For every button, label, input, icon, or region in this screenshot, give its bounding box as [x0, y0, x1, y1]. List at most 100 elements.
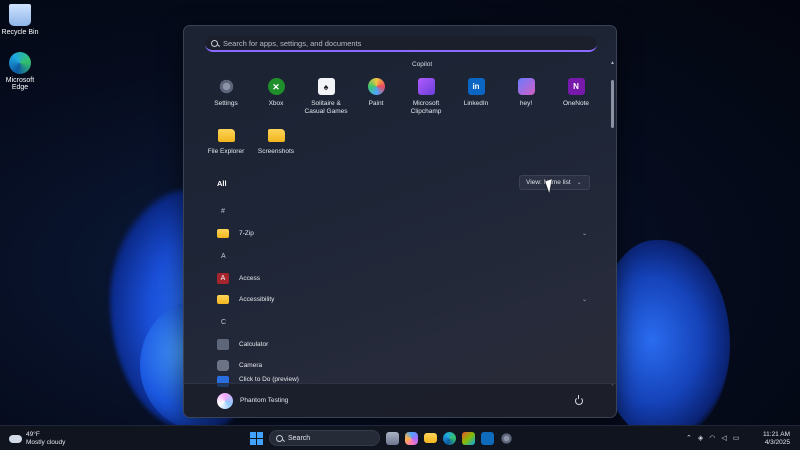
list-item-accessibility[interactable]: Accessibility ⌄ [217, 289, 587, 310]
letter-header[interactable]: A [217, 244, 587, 268]
chevron-down-icon[interactable]: ⌄ [582, 230, 587, 237]
start-search-input[interactable] [223, 38, 583, 48]
chevron-down-icon: ⌄ [576, 180, 582, 186]
network-icon[interactable]: ◈ [698, 434, 703, 442]
pinned-app-label: Microsoft Clipchamp [410, 100, 442, 115]
letter-header[interactable]: C [217, 310, 587, 334]
letter-header[interactable]: # [217, 199, 587, 223]
settings-icon [217, 78, 235, 95]
volume-icon[interactable]: ◁ [721, 434, 726, 442]
pinned-app-label: Settings [214, 100, 238, 107]
pinned-app-settings[interactable]: Settings [201, 76, 251, 124]
paint-icon [367, 78, 385, 95]
desktop-icon-recycle-bin[interactable]: Recycle Bin [0, 4, 40, 36]
system-tray: ⌃ ◈ ◠ ◁ ▭ [686, 434, 739, 442]
copilot-icon[interactable] [405, 431, 418, 445]
list-item-access[interactable]: A Access [217, 268, 587, 289]
outlook-icon[interactable] [481, 431, 494, 445]
xbox-icon: ✕ [267, 78, 285, 95]
list-item-label: Access [239, 275, 260, 282]
folder-icon [217, 295, 229, 304]
pinned-app-copilot-label[interactable]: Copilot [412, 61, 432, 68]
pinned-app-linkedin[interactable]: in LinkedIn [451, 76, 501, 124]
search-icon [276, 434, 283, 442]
pinned-apps-grid: Settings ✕ Xbox ♠ Solitaire & Casual Gam… [201, 76, 601, 172]
list-item-label: Calculator [239, 341, 269, 348]
pinned-app-label: LinkedIn [463, 100, 489, 107]
power-icon[interactable] [575, 394, 583, 405]
task-view-icon[interactable] [386, 431, 399, 445]
search-icon [211, 39, 218, 47]
recycle-bin-icon [9, 4, 31, 26]
access-icon: A [217, 273, 229, 284]
list-item-calculator[interactable]: Calculator [217, 334, 587, 355]
start-menu: Copilot Settings ✕ Xbox ♠ Solitaire & Ca… [183, 25, 617, 418]
taskbar-search-label: Search [288, 434, 311, 442]
file-explorer-icon[interactable] [424, 433, 437, 443]
onenote-icon: N [567, 78, 585, 95]
scroll-up-icon[interactable]: ▲ [610, 60, 615, 66]
folder-icon [267, 129, 285, 142]
pinned-app-solitaire[interactable]: ♠ Solitaire & Casual Games [301, 76, 351, 124]
wallpaper-bloom-right [600, 240, 730, 425]
list-item-label: Accessibility [239, 296, 275, 303]
battery-icon[interactable]: ▭ [733, 434, 740, 442]
list-item-label: Click to Do (preview) [239, 376, 299, 383]
weather-condition: Mostly cloudy [26, 439, 66, 446]
app-list-scrollbar[interactable]: ▲ ▼ [610, 60, 615, 388]
taskbar-search[interactable]: Search [269, 430, 380, 446]
start-search-box[interactable] [205, 36, 597, 52]
pinned-app-label: Solitaire & Casual Games [304, 100, 348, 115]
solitaire-icon: ♠ [317, 78, 335, 95]
pinned-app-label: Screenshots [257, 148, 295, 155]
calculator-icon [217, 339, 229, 350]
weather-temp: 49°F [26, 431, 40, 438]
user-name[interactable]: Phantom Testing [240, 397, 288, 404]
hey-icon [517, 78, 535, 95]
desktop-icon-label: Microsoft Edge [5, 77, 35, 91]
settings-icon[interactable] [500, 431, 513, 445]
pinned-app-screenshots[interactable]: Screenshots [251, 124, 301, 172]
clipchamp-icon [417, 78, 435, 95]
pinned-app-clipchamp[interactable]: Microsoft Clipchamp [401, 76, 451, 124]
edge-icon[interactable] [443, 431, 456, 445]
folder-icon [217, 129, 235, 142]
windows-start-icon[interactable] [250, 431, 263, 445]
pinned-app-hey[interactable]: hey! [501, 76, 551, 124]
pinned-app-label: hey! [519, 100, 533, 107]
clock[interactable]: 11:21 AM 4/3/2025 [760, 431, 790, 447]
letter-header-label: C [221, 318, 227, 326]
all-apps-list: # 7-Zip ⌄ A A Access Accessibility ⌄ C C… [217, 199, 587, 388]
desktop-icon-edge[interactable]: Microsoft Edge [0, 52, 40, 91]
letter-header-label: A [221, 252, 226, 260]
pinned-app-onenote[interactable]: N OneNote [551, 76, 601, 124]
cloud-icon [9, 435, 22, 443]
scrollbar-thumb[interactable] [611, 80, 614, 128]
pinned-app-paint[interactable]: Paint [351, 76, 401, 124]
folder-icon [217, 229, 229, 238]
list-item-7zip[interactable]: 7-Zip ⌄ [217, 223, 587, 244]
avatar[interactable] [217, 392, 233, 409]
pinned-app-xbox[interactable]: ✕ Xbox [251, 76, 301, 124]
store-icon[interactable] [462, 431, 475, 445]
clock-date: 4/3/2025 [764, 439, 790, 446]
wifi-icon[interactable]: ◠ [709, 434, 715, 442]
pinned-app-label: Paint [368, 100, 384, 107]
weather-widget[interactable]: 49°F Mostly cloudy [9, 431, 65, 447]
letter-header-label: # [221, 207, 225, 215]
list-item-label: 7-Zip [239, 230, 254, 237]
linkedin-icon: in [467, 78, 485, 95]
desktop-icon-label: Recycle Bin [1, 29, 39, 36]
taskbar-apps: Search [250, 430, 513, 446]
pinned-app-label: File Explorer [207, 148, 245, 155]
all-apps-header: All [217, 179, 227, 188]
taskbar: 49°F Mostly cloudy Search ⌃ ◈ ◠ ◁ ▭ 11:2… [0, 425, 800, 450]
chevron-down-icon[interactable]: ⌄ [582, 296, 587, 303]
pinned-app-file-explorer[interactable]: File Explorer [201, 124, 251, 172]
pinned-app-label: OneNote [562, 100, 590, 107]
chevron-up-icon[interactable]: ⌃ [686, 434, 692, 442]
camera-icon [217, 360, 229, 371]
edge-icon [9, 52, 31, 74]
list-item-camera[interactable]: Camera [217, 355, 587, 376]
pinned-app-label: Xbox [268, 100, 284, 107]
